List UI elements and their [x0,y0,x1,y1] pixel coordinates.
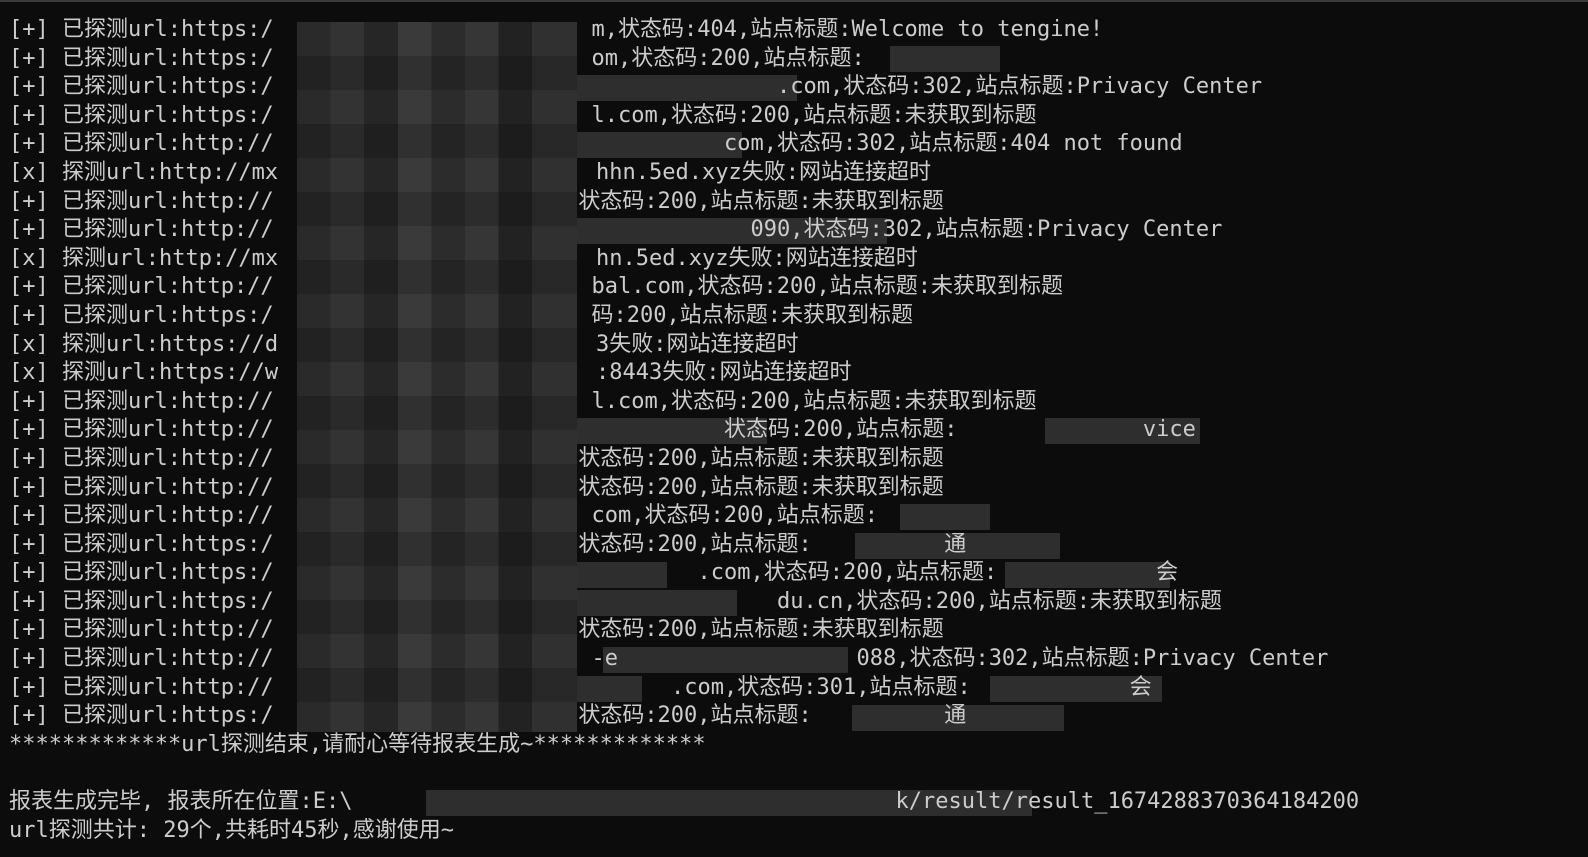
output-line: [x] 探测url:https://w :8443失败:网站连接超时 [9,360,852,386]
output-line: [x] 探测url:http://mx hn.5ed.xyz失败:网站连接超时 [9,245,918,271]
output-line: [+] 已探测url:http:// .com,状态码:301,站点标题: 会 [9,674,1152,700]
output-line: [+] 已探测url:http:// 状态码:200,站点标题:未获取到标题 [9,445,944,471]
total-count-line: url探测共计: 29个,共耗时45秒,感谢使用~ [9,817,454,843]
output-line: [+] 已探测url:https:/ om,状态码:200,站点标题: [9,45,865,71]
output-line: [+] 已探测url:https:/ du.cn,状态码:200,站点标题:未获… [9,588,1222,614]
output-line: [+] 已探测url:http:// 状态码:200,站点标题:未获取到标题 [9,188,944,214]
output-line: [x] 探测url:http://mx hhn.5ed.xyz失败:网站连接超时 [9,159,931,185]
output-line: [+] 已探测url:https:/ m,状态码:404,站点标题:Welcom… [9,17,1104,42]
output-line: [+] 已探测url:http:// 090,状态码:302,站点标题:Priv… [9,217,1223,243]
output-line: [+] 已探测url:http:// 状态码:200,站点标题:未获取到标题 [9,617,944,643]
output-line: [+] 已探测url:https:/ l.com,状态码:200,站点标题:未获… [9,102,1037,128]
output-line: [+] 已探测url:https:/ 状态码:200,站点标题: 通 [9,703,967,729]
output-line: [+] 已探测url:https:/ .com,状态码:302,站点标题:Pri… [9,74,1263,100]
output-line: [+] 已探测url:http:// -e 088,状态码:302,站点标题:P… [9,646,1329,672]
output-line: [x] 探测url:https://d 3失败:网站连接超时 [9,331,799,357]
output-line: [+] 已探测url:https:/ .com,状态码:200,站点标题: 会 [9,560,1179,586]
output-line: [+] 已探测url:https:/ 码:200,站点标题:未获取到标题 [9,302,914,328]
output-line: [+] 已探测url:http:// com,状态码:302,站点标题:404 … [9,131,1183,157]
summary-banner: *************url探测结束,请耐心等待报表生成~*********… [9,731,706,757]
output-line: [+] 已探测url:https:/ 状态码:200,站点标题: 通 [9,531,967,557]
report-location-line: 报表生成完毕, 报表所在位置:E:\ k/result/result_16742… [9,789,1360,815]
terminal-output: [+] 已探测url:https:/ m,状态码:404,站点标题:Welcom… [9,16,1588,845]
terminal-window[interactable]: [+] 已探测url:https:/ m,状态码:404,站点标题:Welcom… [0,0,1588,857]
output-line: [+] 已探测url:http:// 状态码:200,站点标题:未获取到标题 [9,474,944,500]
output-line: [+] 已探测url:http:// l.com,状态码:200,站点标题:未获… [9,388,1037,414]
output-line: [+] 已探测url:http:// 状态码:200,站点标题: vice [9,417,1196,443]
output-line: [+] 已探测url:http:// com,状态码:200,站点标题: [9,503,879,529]
output-line: [+] 已探测url:http:// bal.com,状态码:200,站点标题:… [9,274,1063,300]
